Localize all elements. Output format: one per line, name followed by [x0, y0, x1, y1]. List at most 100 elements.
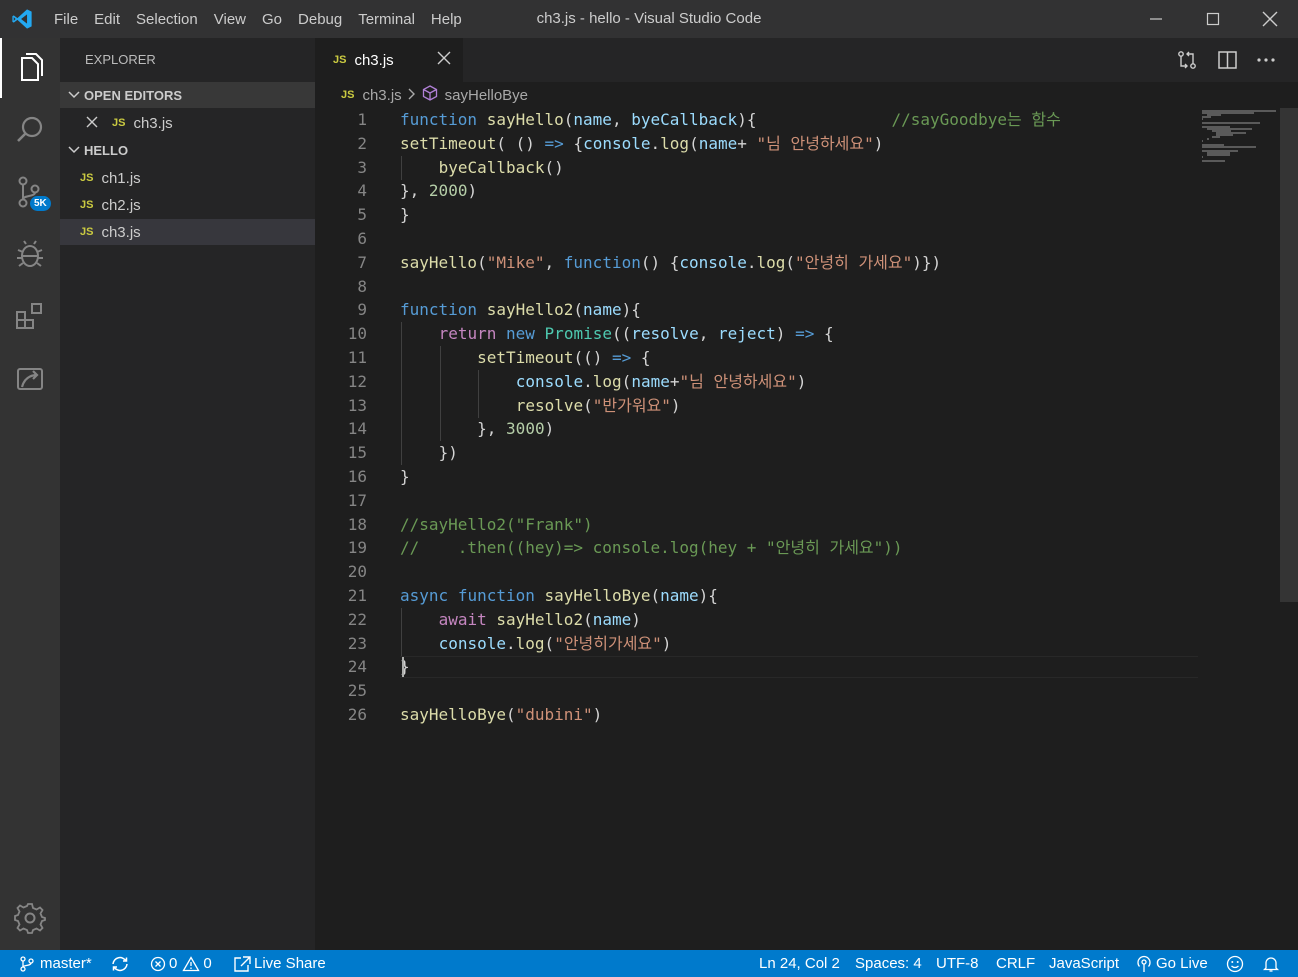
code-editor[interactable]: 1 function sayHello(name, byeCallback){ /…	[315, 108, 1298, 950]
language-status[interactable]: JavaScript	[1049, 950, 1119, 977]
breadcrumb-file[interactable]: ch3.js	[362, 87, 401, 104]
folder-section-header[interactable]: HELLO	[60, 137, 315, 163]
encoding-status[interactable]: UTF-8	[936, 950, 979, 977]
code-line[interactable]: 22 await sayHello2(name)	[315, 608, 1198, 632]
minimap[interactable]	[1198, 108, 1282, 950]
minimap-line	[1202, 122, 1261, 124]
indentation-status[interactable]: Spaces: 4	[855, 950, 922, 977]
folder-label: HELLO	[84, 142, 129, 158]
maximize-button[interactable]	[1185, 0, 1241, 38]
code-line[interactable]: 5}	[315, 203, 1198, 227]
menu-help[interactable]: Help	[431, 11, 462, 28]
tab-ch3[interactable]: JS ch3.js	[315, 38, 463, 82]
menu-go[interactable]: Go	[262, 11, 282, 28]
code-line[interactable]: 7 sayHello("Mike", function() {console.lo…	[315, 251, 1198, 275]
code-line[interactable]: 13 resolve("반가워요")	[315, 394, 1198, 418]
code-line[interactable]: 14 }, 3000)	[315, 417, 1198, 441]
code-line[interactable]: 15 })	[315, 441, 1198, 465]
code-line[interactable]: 20	[315, 560, 1198, 584]
line-number: 16	[347, 467, 367, 486]
code-line[interactable]: 2 setTimeout( () => {console.log(name+ "님…	[315, 132, 1198, 156]
minimize-button[interactable]	[1128, 0, 1184, 38]
code-text: //sayHello2("Frank")	[400, 514, 593, 534]
close-window-button[interactable]	[1242, 0, 1298, 38]
breadcrumb-symbol[interactable]: sayHelloBye	[445, 87, 528, 104]
code-line[interactable]: 8	[315, 275, 1198, 299]
go-live-status[interactable]: Go Live	[1136, 950, 1208, 977]
code-line[interactable]: 9 function sayHello2(name){	[315, 298, 1198, 322]
code-line[interactable]: 16}	[315, 465, 1198, 489]
code-line[interactable]: 21 async function sayHelloBye(name){	[315, 584, 1198, 608]
code-line[interactable]: 10 return new Promise((resolve, reject) …	[315, 322, 1198, 346]
activity-remote-explorer[interactable]	[0, 348, 60, 408]
menu-terminal[interactable]: Terminal	[358, 11, 415, 28]
explorer-sidebar: EXPLORER OPEN EDITORS JS ch3.js HELLO JS…	[60, 38, 315, 950]
menu-file[interactable]: File	[54, 11, 78, 28]
problems-status[interactable]: 0 0	[150, 950, 212, 977]
file-label: ch1.js	[101, 169, 141, 187]
activity-source-control[interactable]: 5K	[0, 162, 60, 222]
editor-scrollbar[interactable]	[1280, 108, 1298, 602]
code-line[interactable]: 11 setTimeout(() => {	[315, 346, 1198, 370]
line-number: 1	[357, 110, 367, 129]
split-editor-icon[interactable]	[1217, 50, 1239, 70]
status-bar: master* 0 0 Live Share Ln 24, Col 2 Spac…	[0, 950, 1298, 977]
code-line[interactable]: 19 // .then((hey)=> console.log(hey + "안녕…	[315, 536, 1198, 560]
code-line[interactable]: 6	[315, 227, 1198, 251]
sidebar-title: EXPLORER	[85, 52, 156, 67]
open-editors-label: OPEN EDITORS	[84, 87, 183, 103]
line-number: 21	[347, 586, 367, 605]
code-text: return new Promise((resolve, reject) => …	[438, 324, 834, 344]
live-share-icon	[234, 955, 251, 972]
activity-manage[interactable]	[0, 888, 60, 948]
menu-selection[interactable]: Selection	[136, 11, 198, 28]
remote-explorer-icon	[17, 368, 43, 390]
more-actions-icon[interactable]	[1255, 50, 1277, 70]
minimap-line	[1206, 154, 1230, 156]
line-number: 7	[357, 252, 367, 272]
code-line[interactable]: 4}, 2000)	[315, 179, 1198, 203]
code-line[interactable]: 18 //sayHello2("Frank")	[315, 513, 1198, 537]
open-editor-item[interactable]: JS ch3.js	[60, 110, 315, 136]
chevron-down-icon	[64, 91, 84, 99]
live-share-status[interactable]: Live Share	[233, 950, 326, 977]
code-text: function sayHello(name, byeCallback){ //…	[400, 110, 1061, 129]
activity-search[interactable]	[0, 100, 60, 160]
code-line[interactable]: 26 sayHelloBye("dubini")	[315, 703, 1198, 727]
cursor-position-status[interactable]: Ln 24, Col 2	[759, 950, 840, 977]
line-number: 5	[357, 205, 367, 225]
branch-status[interactable]: master*	[20, 950, 92, 977]
code-text: setTimeout( () => {console.log(name+ "님 …	[400, 133, 884, 153]
menu-view[interactable]: View	[214, 11, 246, 28]
explorer-icon	[21, 53, 43, 81]
code-line[interactable]: 3 byeCallback()	[315, 156, 1198, 180]
file-item-ch2[interactable]: JS ch2.js	[60, 192, 315, 218]
feedback-status[interactable]	[1226, 950, 1244, 977]
open-changes-icon[interactable]	[1176, 50, 1198, 70]
smiley-icon	[1226, 955, 1244, 972]
maximize-icon	[1206, 12, 1220, 26]
code-line[interactable]: 24}	[315, 655, 1198, 679]
eol-status[interactable]: CRLF	[996, 950, 1035, 977]
code-text: await sayHello2(name)	[438, 609, 641, 629]
activity-extensions[interactable]	[0, 286, 60, 346]
notifications-status[interactable]	[1263, 950, 1279, 977]
code-line[interactable]: 23 console.log("안녕히가세요")	[315, 632, 1198, 656]
menu-debug[interactable]: Debug	[298, 11, 342, 28]
file-label: ch3.js	[101, 223, 141, 241]
close-tab-icon[interactable]	[437, 51, 451, 70]
code-line[interactable]: 17	[315, 489, 1198, 513]
code-line[interactable]: 25	[315, 679, 1198, 703]
activity-debug[interactable]	[0, 224, 60, 284]
open-editors-section-header[interactable]: OPEN EDITORS	[60, 82, 315, 108]
file-item-ch1[interactable]: JS ch1.js	[60, 165, 315, 191]
activity-explorer[interactable]	[0, 38, 60, 98]
code-line[interactable]: 12 console.log(name+"님 안녕하세요")	[315, 370, 1198, 394]
file-label: ch2.js	[101, 196, 141, 214]
sync-status[interactable]	[110, 950, 130, 977]
close-editor-icon[interactable]	[86, 115, 112, 132]
file-item-ch3[interactable]: JS ch3.js	[60, 219, 315, 245]
menu-edit[interactable]: Edit	[94, 11, 120, 28]
code-line[interactable]: 1 function sayHello(name, byeCallback){ /…	[315, 108, 1198, 132]
sync-icon	[112, 956, 128, 971]
